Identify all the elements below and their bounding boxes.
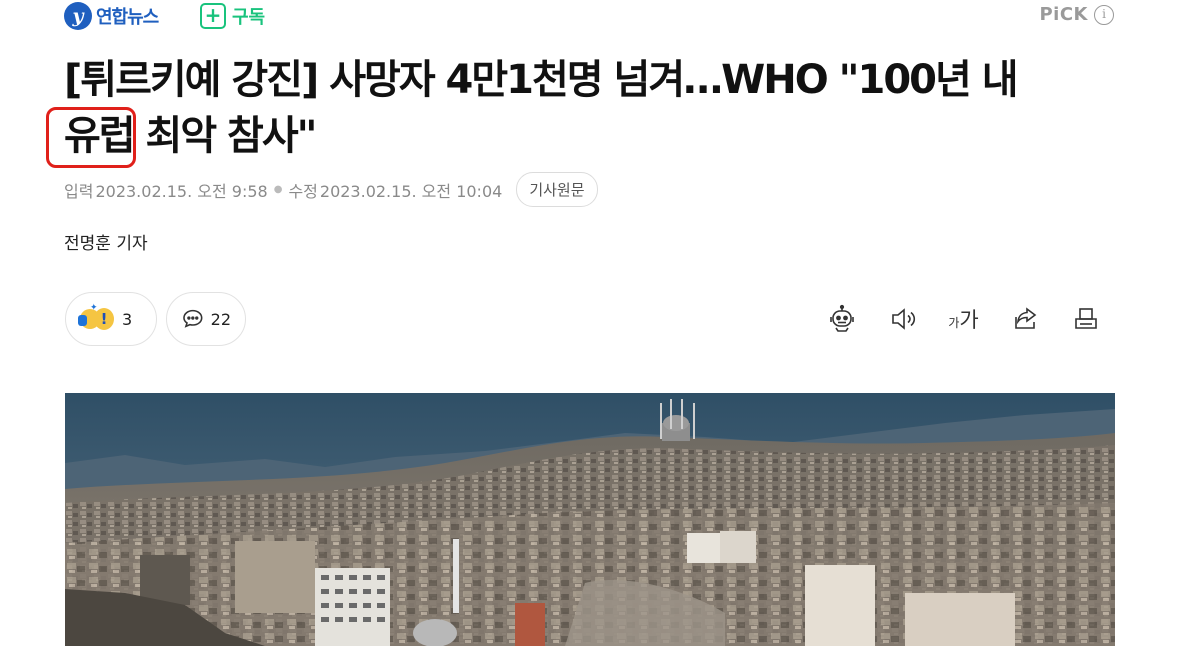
modified-label: 수정 (288, 181, 318, 201)
headline-text-end: 최악 참사" (133, 113, 318, 159)
article-meta: 입력 2023.02.15. 오전 9:58 ● 수정 2023.02.15. … (64, 172, 598, 207)
reaction-button[interactable]: ✦! 3 (65, 292, 157, 346)
font-size-button[interactable]: 가가 (933, 300, 994, 338)
summary-bot-button[interactable] (811, 300, 872, 338)
plus-icon: + (200, 3, 226, 29)
pick-label: PiCK (1039, 4, 1088, 25)
input-time: 2023.02.15. 오전 9:58 (95, 181, 268, 201)
article-photo[interactable] (65, 393, 1115, 646)
subscribe-button[interactable]: + 구독 (200, 3, 265, 29)
print-button[interactable] (1055, 300, 1116, 338)
share-icon (1014, 307, 1036, 329)
headline-text-start: [튀르키예 강진] 사망자 4만1천명 넘겨…WHO "100년 내 (64, 57, 1019, 103)
pick-badge[interactable]: PiCK i (1039, 4, 1114, 25)
font-size-icon: 가가 (948, 308, 979, 332)
press-name: 연합뉴스 (96, 7, 159, 28)
article-headline: [튀르키예 강진] 사망자 4만1천명 넘겨…WHO "100년 내 유럽 최악… (46, 52, 1114, 168)
print-icon (1074, 308, 1097, 329)
meta-separator: ● (273, 184, 283, 195)
speaker-icon (891, 308, 915, 330)
subscribe-label: 구독 (232, 7, 266, 28)
reaction-emoji-icon: ✦! (78, 303, 116, 332)
listen-button[interactable] (872, 300, 933, 338)
article-tools: 가가 (811, 300, 1116, 338)
earthquake-city-photo (65, 393, 1115, 646)
info-icon[interactable]: i (1094, 4, 1114, 25)
press-logo[interactable]: y 연합뉴스 (64, 2, 159, 30)
top-bar: y 연합뉴스 + 구독 PiCK i (0, 0, 1178, 34)
headline-highlighted-word: 유럽 (46, 107, 136, 168)
input-label: 입력 (64, 181, 94, 201)
original-article-button[interactable]: 기사원문 (516, 172, 598, 207)
reporter-name[interactable]: 전명훈 기자 (64, 229, 148, 254)
reaction-count: 3 (122, 309, 133, 329)
robot-summary-icon (829, 304, 854, 332)
yonhap-logo-icon: y (64, 2, 92, 30)
share-button[interactable] (994, 300, 1055, 338)
comment-button[interactable]: 22 (166, 292, 246, 346)
modified-time: 2023.02.15. 오전 10:04 (319, 181, 503, 201)
comment-count: 22 (210, 309, 231, 329)
comment-icon (183, 309, 203, 328)
